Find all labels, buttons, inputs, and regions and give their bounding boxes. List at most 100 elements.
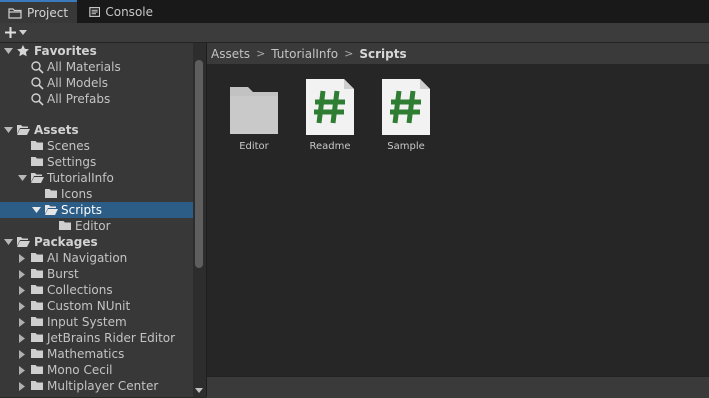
expand-arrow-icon[interactable]: [31, 202, 41, 218]
folder-icon: [230, 87, 278, 134]
tree-label: Icons: [61, 187, 93, 201]
tree-item-scenes[interactable]: Scenes: [0, 138, 193, 154]
tree-item-multiplayer-center[interactable]: Multiplayer Center: [0, 378, 193, 394]
collapsed-arrow-icon[interactable]: [17, 346, 27, 362]
search-icon: [30, 76, 44, 90]
tree-item-settings[interactable]: Settings: [0, 154, 193, 170]
breadcrumb: Assets > TutorialInfo > Scripts: [206, 43, 709, 64]
expand-arrow-icon[interactable]: [3, 43, 13, 59]
collapsed-arrow-icon[interactable]: [17, 250, 27, 266]
folder-icon: [30, 283, 44, 297]
tree-label: Burst: [47, 267, 79, 281]
tree-label: Multiplayer Center: [47, 379, 159, 393]
breadcrumb-separator-icon: >: [256, 47, 266, 60]
breadcrumb-assets[interactable]: Assets: [211, 47, 250, 61]
asset-item-editor-folder[interactable]: Editor: [219, 64, 289, 152]
tree-item-tutorialinfo[interactable]: TutorialInfo: [0, 170, 193, 186]
tree-label: Assets: [34, 123, 79, 137]
folder-icon: [58, 219, 72, 233]
open-folder-icon: [16, 235, 30, 249]
breadcrumb-tutorialinfo[interactable]: TutorialInfo: [271, 47, 338, 61]
tree-item-all-models[interactable]: All Models: [0, 75, 193, 91]
tree-item-jetbrains-rider-editor[interactable]: JetBrains Rider Editor: [0, 330, 193, 346]
tree-item-burst[interactable]: Burst: [0, 266, 193, 282]
tree-label: TutorialInfo: [47, 171, 114, 185]
folder-icon: [30, 139, 44, 153]
tree-item-scripts[interactable]: Scripts: [0, 202, 193, 218]
asset-grid: Editor Readme Sample: [206, 64, 709, 376]
csharp-script-icon: [382, 79, 430, 135]
project-toolbar: [0, 23, 709, 43]
tree-label: JetBrains Rider Editor: [47, 331, 176, 345]
breadcrumb-scripts[interactable]: Scripts: [359, 47, 406, 61]
csharp-script-icon: [306, 79, 354, 135]
scroll-down-arrow-icon[interactable]: [195, 388, 203, 393]
tree-label: Settings: [47, 155, 97, 169]
tree-label: AI Navigation: [47, 251, 128, 265]
window-tab-bar: Project Console: [0, 0, 709, 23]
asset-item-sample-script[interactable]: Sample: [371, 64, 441, 152]
collapsed-arrow-icon[interactable]: [17, 266, 27, 282]
expand-arrow-icon[interactable]: [17, 170, 27, 186]
folder-icon: [30, 251, 44, 265]
pane-divider[interactable]: [206, 43, 207, 397]
tab-project-label: Project: [27, 5, 69, 20]
tree-assets-header[interactable]: Assets: [0, 122, 193, 138]
tree-item-mono-cecil[interactable]: Mono Cecil: [0, 362, 193, 378]
open-folder-icon: [16, 123, 30, 137]
collapsed-arrow-icon[interactable]: [17, 378, 27, 394]
project-status-bar: [206, 376, 709, 398]
folder-icon: [8, 7, 22, 19]
search-icon: [30, 92, 44, 106]
asset-item-readme-script[interactable]: Readme: [295, 64, 365, 152]
folder-icon: [30, 267, 44, 281]
expand-arrow-icon[interactable]: [3, 122, 13, 138]
tree-item-custom-nunit[interactable]: Custom NUnit: [0, 298, 193, 314]
tree-item-mathematics[interactable]: Mathematics: [0, 346, 193, 362]
asset-label: Readme: [309, 141, 351, 152]
tab-project[interactable]: Project: [0, 0, 77, 23]
asset-label: Editor: [239, 141, 269, 152]
star-icon: [16, 44, 30, 58]
folder-icon: [30, 299, 44, 313]
create-asset-button[interactable]: [4, 24, 34, 41]
plus-icon: [5, 27, 16, 38]
tree-label: Scenes: [47, 139, 90, 153]
tree-item-all-materials[interactable]: All Materials: [0, 59, 193, 75]
tree-item-icons[interactable]: Icons: [0, 186, 193, 202]
tree-item-input-system[interactable]: Input System: [0, 314, 193, 330]
folder-icon: [30, 379, 44, 393]
folder-icon: [44, 187, 58, 201]
collapsed-arrow-icon[interactable]: [17, 362, 27, 378]
folder-icon: [30, 347, 44, 361]
tree-scrollbar[interactable]: [193, 43, 206, 397]
tree-label: All Prefabs: [47, 92, 111, 106]
folder-icon: [30, 331, 44, 345]
collapsed-arrow-icon[interactable]: [17, 330, 27, 346]
tree-item-collections[interactable]: Collections: [0, 282, 193, 298]
tree-label: Custom NUnit: [47, 299, 131, 313]
tree-item-all-prefabs[interactable]: All Prefabs: [0, 91, 193, 107]
folder-icon: [30, 155, 44, 169]
tree-item-ai-navigation[interactable]: AI Navigation: [0, 250, 193, 266]
tree-label: All Materials: [47, 60, 121, 74]
tree-item-editor[interactable]: Editor: [0, 218, 193, 234]
tree-packages-header[interactable]: Packages: [0, 234, 193, 250]
tree-label: Mono Cecil: [47, 363, 113, 377]
folder-icon: [30, 315, 44, 329]
search-icon: [30, 60, 44, 74]
tree-favorites-header[interactable]: Favorites: [0, 43, 193, 59]
tab-console-label: Console: [105, 4, 153, 19]
console-icon: [89, 6, 101, 17]
tab-console[interactable]: Console: [81, 0, 161, 23]
tree-label: Mathematics: [47, 347, 125, 361]
folder-icon: [30, 363, 44, 377]
chevron-down-icon: [19, 29, 27, 35]
collapsed-arrow-icon[interactable]: [17, 314, 27, 330]
breadcrumb-separator-icon: >: [344, 47, 354, 60]
collapsed-arrow-icon[interactable]: [17, 298, 27, 314]
expand-arrow-icon[interactable]: [3, 234, 13, 250]
collapsed-arrow-icon[interactable]: [17, 282, 27, 298]
tree-label: Collections: [47, 283, 113, 297]
scrollbar-thumb[interactable]: [195, 60, 203, 268]
